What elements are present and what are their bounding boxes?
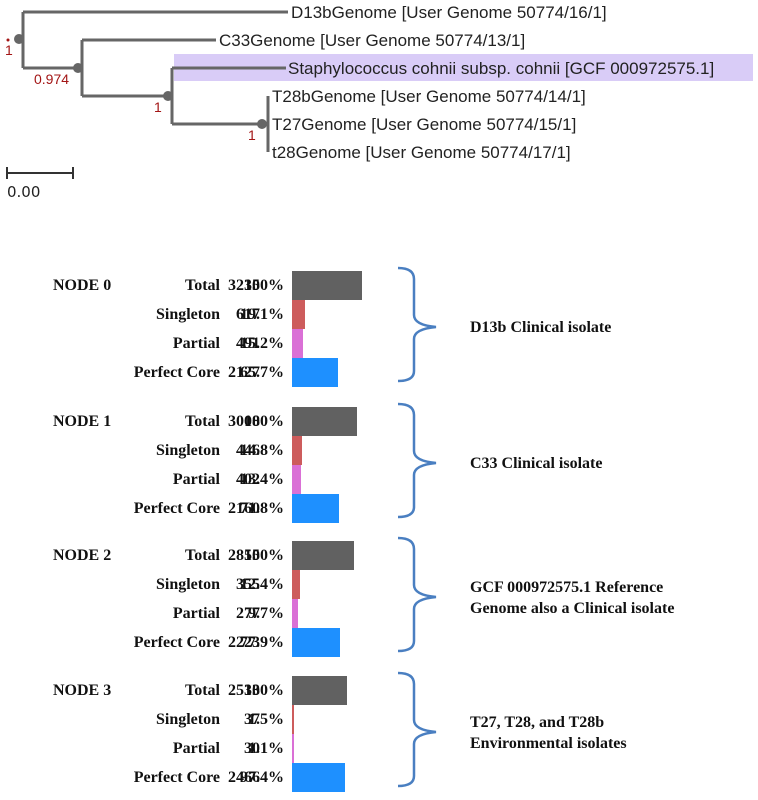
row-percent: 100% <box>244 277 284 294</box>
bar-perfect-core <box>292 358 339 387</box>
leaf-label: D13bGenome [User Genome 50774/16/1] <box>291 3 607 22</box>
support-value: 1 <box>154 99 162 115</box>
row-category-label: Total <box>185 682 220 699</box>
row-percent: 14.8% <box>240 442 284 459</box>
row-percent: 65.7% <box>240 364 284 381</box>
bar-perfect-core <box>292 494 339 523</box>
bar-singleton <box>292 705 294 734</box>
node-block: NODE 0 Total 3235 100% Singleton 617 19.1% Part… <box>0 265 758 387</box>
annotation-line: C33 Clinical isolate <box>470 455 603 472</box>
scale-bar-label: 0.00 <box>7 183 40 201</box>
leaf-label: T28bGenome [User Genome 50774/14/1] <box>272 87 586 106</box>
support-value: 1 <box>248 127 256 143</box>
curly-brace-icon <box>397 536 437 653</box>
bar-total <box>292 271 362 300</box>
annotation-line: T27, T28, and T28b <box>470 714 605 731</box>
row-category-label: Perfect Core <box>133 500 220 517</box>
bar-total <box>292 541 354 570</box>
row-percent: 100% <box>244 682 284 699</box>
row-percent: 71.8% <box>240 500 284 517</box>
row-percent: 13.4% <box>240 471 284 488</box>
node-dot-t-clade <box>257 119 267 129</box>
row-category-label: Total <box>185 413 220 430</box>
node-title: NODE 3 <box>53 682 112 699</box>
row-category-label: Partial <box>172 740 220 757</box>
annotation-line: GCF 000972575.1 Reference <box>470 579 664 596</box>
node-annotation: T27, T28, and T28b Environmental isolates <box>470 712 627 754</box>
node-block: NODE 1 Total 3008 100% Singleton 446 14.8% Part… <box>0 401 758 523</box>
row-category-label: Partial <box>172 605 220 622</box>
row-category-label: Singleton <box>155 711 220 728</box>
bar-partial <box>292 329 303 358</box>
node-title: NODE 0 <box>53 277 112 294</box>
row-percent: 12.4% <box>240 576 284 593</box>
row-category-label: Singleton <box>155 306 220 323</box>
node-annotation: GCF 000972575.1 Reference Genome also a C… <box>470 577 674 619</box>
bar-partial <box>292 734 294 763</box>
node-block: NODE 2 Total 2855 100% Singleton 355 12.4% Part… <box>0 535 758 657</box>
row-percent: 100% <box>244 547 284 564</box>
annotation-line: D13b Clinical isolate <box>470 319 612 336</box>
row-category-label: Singleton <box>155 442 220 459</box>
support-value: 0.974 <box>34 71 69 87</box>
node-block: NODE 3 Total 2533 100% Singleton 37 1.5% Partia… <box>0 670 758 792</box>
row-percent: 1.5% <box>248 711 284 728</box>
row-percent: 100% <box>244 413 284 430</box>
bar-singleton <box>292 300 306 329</box>
bar-total <box>292 407 358 436</box>
leaf-label: t28Genome [User Genome 50774/17/1] <box>272 143 571 162</box>
node-title: NODE 2 <box>53 547 112 564</box>
row-category-label: Total <box>185 277 220 294</box>
curly-brace-icon <box>397 266 437 383</box>
row-category-label: Partial <box>172 471 220 488</box>
support-value: 1 <box>5 42 13 58</box>
bar-partial <box>292 599 298 628</box>
row-category-label: Perfect Core <box>133 364 220 381</box>
curly-brace-icon <box>397 671 437 788</box>
node-annotation: C33 Clinical isolate <box>470 453 602 474</box>
row-percent: 97.4% <box>240 769 284 786</box>
node-annotation: D13b Clinical isolate <box>470 317 611 338</box>
row-percent: 9.7% <box>248 605 284 622</box>
row-percent: 1.1% <box>248 740 284 757</box>
row-percent: 77.9% <box>240 634 284 651</box>
annotation-line: Environmental isolates <box>470 735 627 752</box>
node-dot-0974 <box>73 63 83 73</box>
row-category-label: Perfect Core <box>133 769 220 786</box>
row-percent: 15.2% <box>240 335 284 352</box>
row-category-label: Total <box>185 547 220 564</box>
row-percent: 19.1% <box>240 306 284 323</box>
row-category-label: Partial <box>172 335 220 352</box>
node-dot-root <box>14 34 24 44</box>
node-title: NODE 1 <box>53 413 112 430</box>
row-category-label: Perfect Core <box>133 634 220 651</box>
curly-brace-icon <box>397 402 437 519</box>
phylogenetic-tree: 1 0.974 1 1 D13bGenome [User Genome 5077… <box>5 3 753 201</box>
bar-partial <box>292 465 301 494</box>
leaf-label-highlighted: Staphylococcus cohnii subsp. cohnii [GCF… <box>288 59 714 78</box>
bar-singleton <box>292 570 300 599</box>
bar-perfect-core <box>292 763 346 792</box>
bar-perfect-core <box>292 628 341 657</box>
bar-total <box>292 676 347 705</box>
leaf-label: C33Genome [User Genome 50774/13/1] <box>219 31 525 50</box>
bar-singleton <box>292 436 302 465</box>
scale-bar <box>6 167 74 179</box>
node-summary-panel: NODE 0 Total 3235 100% Singleton 617 19.1% Part… <box>0 265 758 800</box>
annotation-line: Genome also a Clinical isolate <box>470 600 675 617</box>
node-dot-staph <box>163 91 173 101</box>
row-category-label: Singleton <box>155 576 220 593</box>
leaf-label: T27Genome [User Genome 50774/15/1] <box>272 115 576 134</box>
